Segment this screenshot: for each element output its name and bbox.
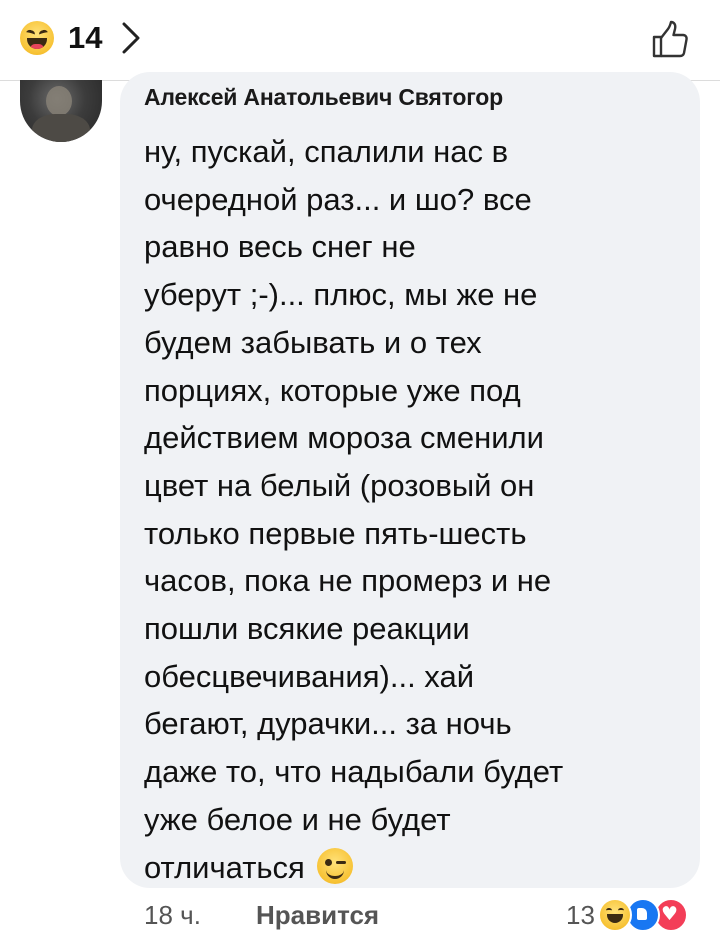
thumbs-up-outline-icon[interactable] [650, 20, 690, 60]
reaction-count: 14 [68, 20, 103, 55]
comment-body: ну, пускай, спалили нас в очередной раз.… [144, 128, 684, 891]
comment-timestamp[interactable]: 18 ч. [144, 900, 201, 931]
comment-author-link[interactable]: Алексей Анатольевич Святогор [144, 84, 503, 111]
comment-reactions-summary[interactable] [598, 898, 688, 932]
avatar[interactable] [20, 80, 102, 142]
haha-emoji-icon [598, 898, 632, 932]
haha-emoji-icon [20, 21, 54, 55]
chevron-right-icon [122, 22, 140, 54]
reactions-header: 14 [0, 0, 720, 81]
comment-reaction-count[interactable]: 13 [566, 900, 595, 931]
reactions-summary-button[interactable]: 14 [20, 18, 146, 58]
comment-text: ну, пускай, спалили нас в очередной раз.… [144, 134, 564, 885]
like-comment-button[interactable]: Нравится [256, 900, 379, 931]
wink-emoji-icon [317, 847, 354, 884]
